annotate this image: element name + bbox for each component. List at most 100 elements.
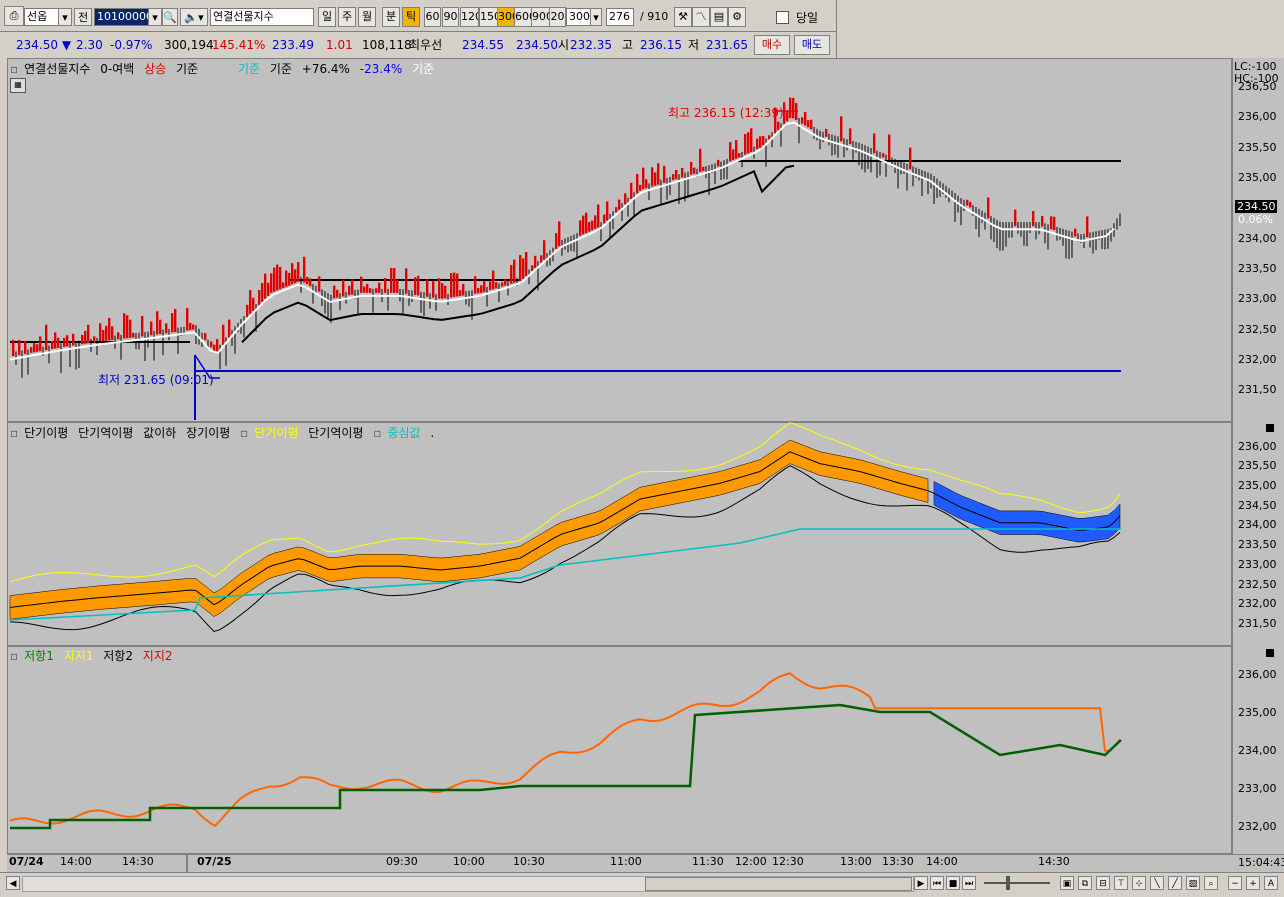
candle-up: [12, 339, 15, 357]
zoom-slider[interactable]: [984, 882, 1050, 884]
zoom-slider-thumb[interactable]: [1006, 876, 1010, 890]
candle-up: [543, 240, 546, 260]
candle-up: [285, 270, 288, 287]
candle-up: [1014, 209, 1017, 227]
candle-up: [738, 153, 741, 158]
candle-up: [657, 163, 660, 185]
xlabel: 14:00: [926, 855, 958, 868]
candle-up: [378, 282, 381, 293]
zoom-in-icon[interactable]: +: [1246, 876, 1260, 890]
candle-up: [531, 265, 534, 271]
resist1-line: [10, 703, 1122, 830]
candle-up: [450, 273, 453, 298]
candle-up: [369, 288, 372, 293]
candle-up: [123, 313, 126, 339]
image-icon[interactable]: ▨: [1186, 876, 1200, 890]
candle-up: [1053, 216, 1056, 231]
split-icon[interactable]: ⊟: [1096, 876, 1110, 890]
candle-up: [483, 281, 486, 292]
candle-up: [222, 324, 225, 345]
candle-up: [258, 289, 261, 305]
trend-icon[interactable]: ╱: [1168, 876, 1182, 890]
candle-up: [888, 134, 891, 161]
candle-up: [522, 258, 525, 279]
candle-up: [642, 167, 645, 190]
xlabel: 13:30: [882, 855, 914, 868]
low-annotation: 최저 231.65 (09:01): [98, 373, 214, 387]
candle-up: [789, 97, 792, 119]
candle-up: [57, 337, 60, 348]
candle-up: [192, 324, 195, 330]
candle-up: [99, 323, 102, 342]
chart-canvas: [9, 97, 1122, 830]
candle-up: [33, 343, 36, 353]
crosshair-icon[interactable]: ⊹: [1132, 876, 1146, 890]
scroll-right-icon[interactable]: ▶: [914, 876, 928, 890]
xlabel: 14:30: [122, 855, 154, 868]
candle-up: [477, 288, 480, 294]
xlabel: 10:00: [453, 855, 485, 868]
candle-up: [1050, 216, 1053, 230]
candle-up: [249, 290, 252, 315]
candle-up: [747, 132, 750, 154]
candle-up: [390, 267, 393, 293]
candle-up: [1041, 216, 1044, 227]
candle-up: [744, 133, 747, 155]
candle-up: [111, 326, 114, 340]
date-divider: [186, 854, 188, 872]
scroll-thumb[interactable]: [645, 877, 912, 891]
candle-up: [987, 197, 990, 219]
candle-up: [264, 273, 267, 299]
candle-up: [444, 285, 447, 299]
xlabel: 11:30: [692, 855, 724, 868]
candle-up: [165, 323, 168, 334]
clock-label: 15:04:43: [1238, 856, 1284, 869]
stop-icon[interactable]: ■: [946, 876, 960, 890]
candle-up: [795, 103, 798, 121]
draw-line-icon[interactable]: ╲: [1150, 876, 1164, 890]
candle-up: [432, 281, 435, 298]
candle-up: [393, 268, 396, 293]
candle-up: [762, 135, 765, 146]
candle-up: [267, 282, 270, 296]
candle-up: [618, 199, 621, 210]
candle-up: [309, 278, 312, 287]
candle-up: [342, 279, 345, 297]
xlabel: 13:00: [840, 855, 872, 868]
zoom-out-icon[interactable]: −: [1228, 876, 1242, 890]
fast-forward-icon[interactable]: ⏭: [962, 876, 976, 890]
candle-up: [645, 179, 648, 189]
scroll-left-icon[interactable]: ◀: [6, 876, 20, 890]
candle-up: [702, 166, 705, 172]
candle-up: [30, 347, 33, 353]
candle-up: [360, 276, 363, 293]
black-ma-line-2: [9, 465, 1121, 633]
candle-up: [72, 333, 75, 346]
candle-up: [501, 282, 504, 287]
candle-up: [735, 140, 738, 159]
xlabel: 12:00: [735, 855, 767, 868]
candle-up: [594, 215, 597, 229]
candle-up: [279, 266, 282, 290]
ruler-icon[interactable]: ⊤: [1114, 876, 1128, 890]
candle-up: [426, 279, 429, 297]
zoom-icon[interactable]: ⌕: [1204, 876, 1218, 890]
candle-up: [1086, 216, 1089, 238]
candle-up: [108, 317, 111, 341]
bottom-scrollbar[interactable]: ◀ ▶ ⏮ ■ ⏭ ▣ ⧉ ⊟ ⊤ ⊹ ╲ ╱ ▨ ⌕ − + A: [0, 872, 1284, 897]
candle-up: [591, 220, 594, 231]
candle-up: [579, 220, 582, 236]
candle-up: [81, 335, 84, 345]
candle-up: [396, 279, 399, 293]
candle-up: [732, 149, 735, 161]
font-icon[interactable]: A: [1264, 876, 1278, 890]
candle-up: [810, 119, 813, 130]
candle-up: [297, 262, 300, 282]
candle-up: [39, 336, 42, 352]
candle-up: [273, 267, 276, 292]
candle-up: [348, 285, 351, 296]
candle-up: [603, 214, 606, 224]
tile-icon[interactable]: ⧉: [1078, 876, 1092, 890]
rewind-icon[interactable]: ⏮: [930, 876, 944, 890]
layout-icon[interactable]: ▣: [1060, 876, 1074, 890]
